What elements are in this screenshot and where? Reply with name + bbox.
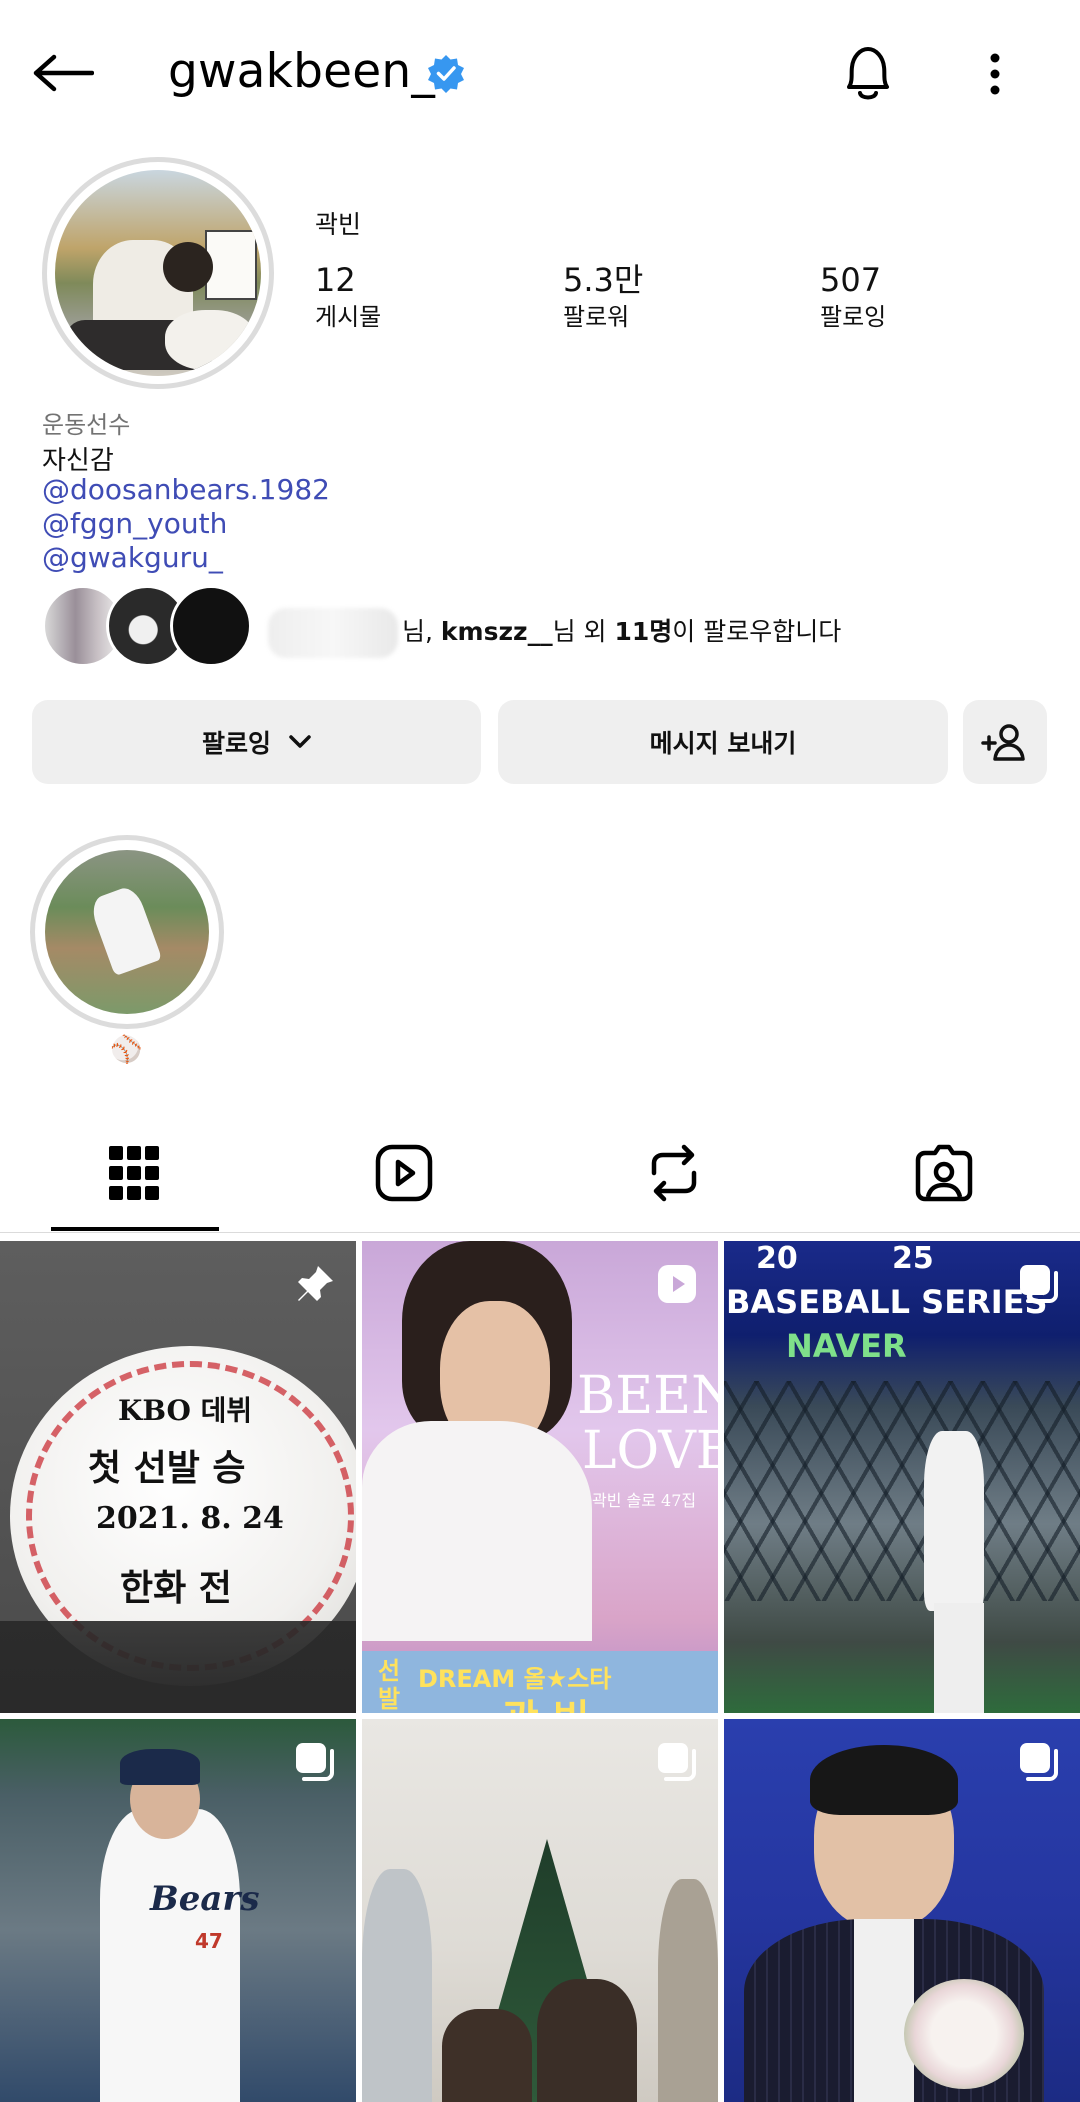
stat-value: 12 [315, 261, 356, 299]
banner-year-1: 20 [756, 1241, 798, 1276]
chevron-down-icon [289, 735, 311, 748]
post-tile-5[interactable] [362, 1719, 718, 2102]
notifications-button[interactable] [830, 36, 906, 112]
avatar [170, 585, 252, 667]
bio-link-fggn-youth[interactable]: @fggn_youth [42, 507, 227, 540]
blurred-username [268, 608, 398, 658]
reel-icon [654, 1261, 700, 1307]
following-label: 팔로잉 [201, 729, 271, 758]
more-options-button[interactable] [965, 36, 1025, 112]
banner-sponsor: NAVER [786, 1327, 907, 1365]
profile-avatar[interactable] [42, 157, 274, 389]
poster-title-1: BEEN [577, 1366, 718, 1426]
suggested-users-button[interactable] [963, 700, 1047, 784]
carousel-icon [292, 1739, 338, 1785]
top-bar: gwakbeen_ [0, 0, 1080, 150]
followed-by-count: 11명 [614, 617, 673, 646]
profile-category: 운동선수 [42, 411, 131, 439]
message-label: 메시지 보내기 [649, 729, 797, 758]
followed-by-mid: 님, [402, 617, 441, 646]
more-vertical-icon [990, 53, 1000, 95]
back-button[interactable] [28, 38, 98, 108]
ball-text-line-2: 첫 선발 승 [88, 1447, 246, 1489]
banner-series: BASEBALL SERIES [726, 1283, 1048, 1321]
post-tile-1[interactable]: KBO 데뷔 첫 선발 승 2021. 8. 24 한화 전 [0, 1241, 356, 1713]
mutual-followers-avatars[interactable] [42, 585, 252, 667]
stat-label: 팔로잉 [820, 303, 887, 331]
banner-name: 곽 빈 [502, 1687, 590, 1713]
posts-count[interactable]: 12 게시물 [315, 260, 381, 334]
highlight-cover [45, 850, 209, 1014]
carousel-icon [1016, 1261, 1062, 1307]
poster-subtitle: 곽빈 솔로 47집 [592, 1491, 697, 1510]
stat-label: 팔로워 [563, 303, 630, 331]
add-person-icon [981, 724, 1025, 761]
post-tile-3[interactable]: 20 25 BASEBALL SERIES NAVER [724, 1241, 1080, 1713]
followed-by-suffix-2: 이 팔로우합니다 [672, 617, 842, 646]
story-highlight[interactable] [30, 835, 224, 1029]
tab-posts-grid[interactable] [84, 1128, 184, 1218]
pinned-icon [292, 1261, 338, 1307]
bell-icon [847, 47, 889, 100]
grid-icon [109, 1146, 159, 1200]
jersey-text: Bears [150, 1879, 260, 1919]
following-button[interactable]: 팔로잉 [32, 700, 481, 784]
banner-year-2: 25 [892, 1241, 934, 1276]
tab-reels[interactable] [354, 1128, 454, 1218]
post-tile-2[interactable]: BEEN LOVE 곽빈 솔로 47집 선 발 DREAM 올★스타 곽 빈 [362, 1241, 718, 1713]
ball-text-line-4: 한화 전 [120, 1567, 232, 1609]
ball-text-line-1: KBO 데뷔 [118, 1394, 253, 1427]
following-count[interactable]: 507 팔로잉 [820, 260, 886, 334]
reels-icon [375, 1144, 433, 1202]
post-tile-6[interactable] [724, 1719, 1080, 2102]
active-tab-indicator [51, 1227, 219, 1231]
tab-reposts[interactable] [624, 1128, 724, 1218]
followed-by-name: kmszz__ [440, 617, 553, 646]
followed-by-suffix: 님 외 [552, 617, 615, 646]
stat-label: 게시물 [315, 303, 382, 331]
jersey-number: 47 [195, 1929, 223, 1953]
arrow-left-icon [33, 54, 94, 92]
stat-value: 507 [820, 261, 882, 299]
mutual-followers-text[interactable]: 님, kmszz__님 외 11명이 팔로우합니다 [268, 608, 841, 658]
followers-count[interactable]: 5.3만 팔로워 [563, 260, 643, 334]
carousel-icon [1016, 1739, 1062, 1785]
tagged-icon [915, 1144, 973, 1202]
repost-icon [651, 1144, 697, 1202]
highlight-label: ⚾ [110, 1035, 143, 1065]
carousel-icon [654, 1739, 700, 1785]
bio-link-gwakguru[interactable]: @gwakguru_ [42, 541, 223, 574]
verified-badge-icon [428, 55, 464, 93]
stat-value: 5.3만 [563, 261, 644, 299]
post-tile-4[interactable]: Bears 47 [0, 1719, 356, 2102]
profile-bio: 자신감 [42, 446, 114, 476]
profile-username: gwakbeen_ [168, 44, 436, 99]
banner-char-2: 발 [378, 1685, 401, 1713]
tabs-divider [0, 1232, 1080, 1233]
profile-photo [55, 170, 261, 376]
tab-tagged[interactable] [894, 1128, 994, 1218]
profile-full-name: 곽빈 [315, 210, 362, 239]
message-button[interactable]: 메시지 보내기 [498, 700, 948, 784]
bio-link-doosanbears[interactable]: @doosanbears.1982 [42, 473, 330, 506]
poster-title-2: LOVE [582, 1421, 718, 1481]
ball-text-line-3: 2021. 8. 24 [96, 1501, 284, 1536]
